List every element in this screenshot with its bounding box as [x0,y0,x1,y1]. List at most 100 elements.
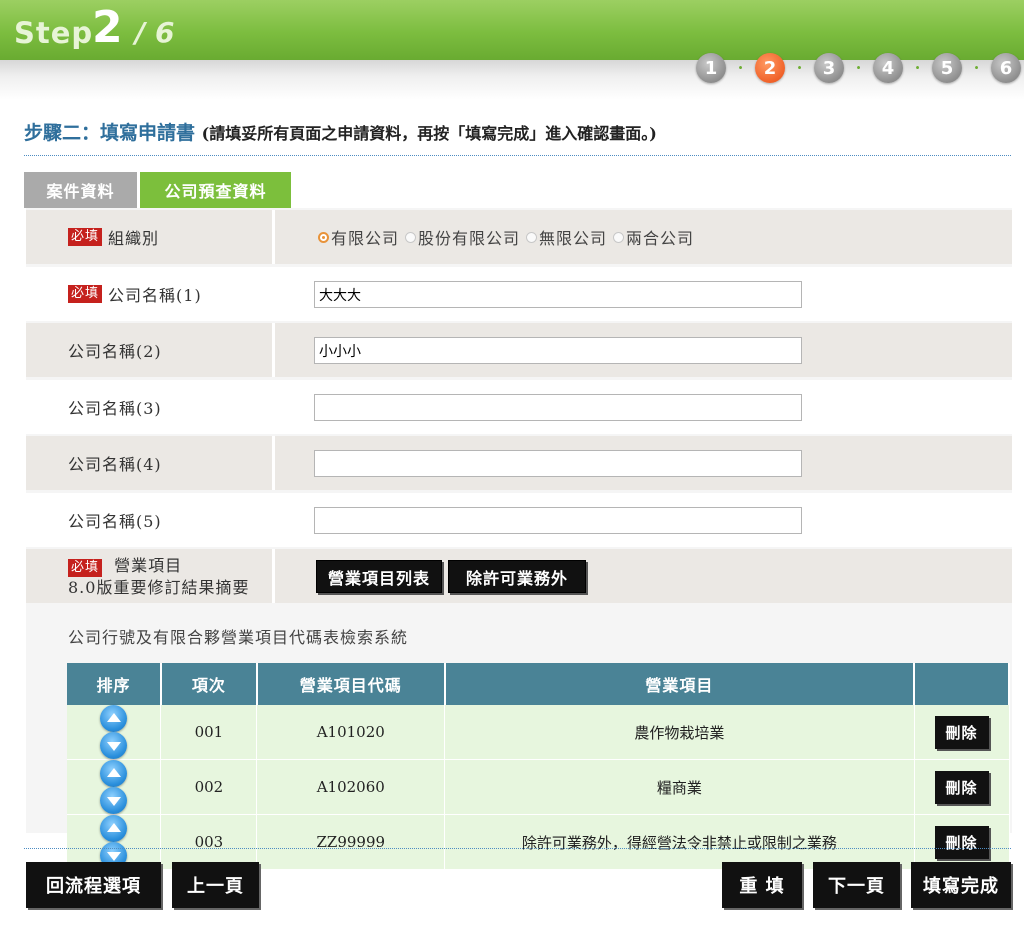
column-divider [272,549,275,603]
org-type-label-text: 組織別 [108,229,160,248]
table-row: 002 A102060 糧商業 刪除 [67,759,1010,815]
step-word: Step [14,16,94,50]
required-badge: 必填 [68,228,103,246]
col-action [914,663,1010,705]
step-1: 1 [696,53,726,83]
col-sort: 排序 [67,663,162,705]
row-business-items: 必填 營業項目 8.0版重要修訂結果摘要 營業項目列表 除許可業務外 [26,549,1012,603]
item-cell: 農作物栽培業 [444,705,915,760]
code-cell: A102060 [256,759,446,815]
move-up-icon[interactable] [100,705,128,732]
column-divider [272,436,275,490]
radio-label: 無限公司 [539,229,608,248]
move-up-icon[interactable] [100,760,128,787]
tab-case-data[interactable]: 案件資料 [24,172,137,208]
delete-button[interactable]: 刪除 [934,770,989,804]
divider [24,155,1011,156]
current-step-number: 2 [92,2,123,53]
radio-label: 股份有限公司 [418,229,521,248]
next-page-button[interactable]: 下一頁 [813,862,900,908]
delete-button[interactable]: 刪除 [934,825,989,859]
company-name-1-label: 必填 公司名稱(1) [68,267,202,321]
index-cell: 001 [160,705,258,760]
business-items-table: 排序 項次 營業項目代碼 營業項目 001 A101020 農作物栽培業 刪除 … [67,663,1010,870]
company-name-5-input[interactable] [314,507,802,534]
move-up-icon[interactable] [100,815,128,842]
col-code: 營業項目代碼 [256,663,446,705]
except-permit-button[interactable]: 除許可業務外 [448,560,586,593]
item-cell: 糧商業 [444,759,915,815]
col-item: 營業項目 [444,663,916,705]
col-index: 項次 [160,663,258,705]
row-company-name-2: 公司名稱(2) [26,323,1012,377]
radio-combined-company[interactable]: 兩合公司 [613,225,694,249]
move-down-icon[interactable] [100,787,128,814]
row-company-name-5: 公司名稱(5) [26,493,1012,547]
code-cell: ZZ99999 [256,814,446,870]
move-down-icon[interactable] [100,732,128,759]
step-separator: · [914,58,921,77]
step-2-active: 2 [755,53,785,83]
row-company-name-3: 公司名稱(3) [26,380,1012,434]
table-row: 001 A101020 農作物栽培業 刪除 [67,705,1010,760]
prev-page-button[interactable]: 上一頁 [172,862,259,908]
business-items-label-text: 營業項目 [114,556,183,575]
sort-cell [67,705,162,760]
org-type-radios: 有限公司 股份有限公司 無限公司 兩合公司 [318,210,700,264]
business-items-label-line: 必填 營業項目 [68,555,249,577]
company-name-1-input[interactable] [314,281,802,308]
radio-selected-icon[interactable] [318,231,329,243]
radio-icon[interactable] [613,231,625,243]
radio-icon[interactable] [526,231,538,243]
action-cell: 刪除 [914,705,1010,760]
business-list-button[interactable]: 營業項目列表 [316,560,442,593]
business-items-label: 必填 營業項目 8.0版重要修訂結果摘要 [68,555,249,598]
step-indicator: 1 · 2 · 3 · 4 · 5 · 6 [696,53,1021,83]
radio-label: 兩合公司 [626,229,695,248]
revision-summary-link[interactable]: 8.0版重要修訂結果摘要 [68,577,249,598]
tab-company-precheck[interactable]: 公司預查資料 [140,172,291,208]
company-name-1-label-text: 公司名稱(1) [108,286,202,305]
finish-button[interactable]: 填寫完成 [911,862,1011,908]
step-6: 6 [991,53,1021,83]
step-5: 5 [932,53,962,83]
code-search-system-link[interactable]: 公司行號及有限合夥營業項目代碼表檢索系統 [68,624,408,648]
step-3: 3 [814,53,844,83]
company-name-3-input[interactable] [314,394,802,421]
radio-share-company[interactable]: 股份有限公司 [405,225,520,249]
company-name-4-input[interactable] [314,450,802,477]
table-header-row: 排序 項次 營業項目代碼 營業項目 [67,663,1010,705]
column-divider [272,210,275,264]
reset-button[interactable]: 重 填 [722,862,802,908]
action-cell: 刪除 [914,759,1010,815]
code-cell: A101020 [256,705,446,760]
org-type-label: 必填 組織別 [68,210,159,264]
radio-limited-company[interactable]: 有限公司 [318,225,399,249]
header-banner: Step 2 / 6 [0,0,1024,60]
company-name-2-input[interactable] [314,337,802,364]
row-org-type: 必填 組織別 有限公司 股份有限公司 無限公司 兩合公司 [26,210,1012,264]
page-title: 步驟二：填寫申請書 (請填妥所有頁面之申請資料，再按「填寫完成」進入確認畫面。) [24,118,657,145]
radio-icon[interactable] [405,231,417,243]
index-cell: 002 [160,759,258,815]
required-badge: 必填 [68,285,103,303]
step-separator: · [973,58,980,77]
column-divider [272,323,275,377]
step-separator: · [796,58,803,77]
total-steps: / 6 [135,16,175,49]
radio-unlimited-company[interactable]: 無限公司 [526,225,607,249]
step-separator: · [737,58,744,77]
step-separator: · [855,58,862,77]
back-to-flow-button[interactable]: 回流程選項 [26,862,161,908]
company-name-2-label: 公司名稱(2) [68,342,162,361]
delete-button[interactable]: 刪除 [934,715,989,749]
row-company-name-4: 公司名稱(4) [26,436,1012,490]
company-name-4-label: 公司名稱(4) [68,455,162,474]
page-title-note: (請填妥所有頁面之申請資料，再按「填寫完成」進入確認畫面。) [201,124,657,143]
row-company-name-1: 必填 公司名稱(1) [26,267,1012,321]
sort-cell [67,759,162,815]
page-title-main: 步驟二：填寫申請書 [24,122,196,144]
step-4: 4 [873,53,903,83]
required-badge: 必填 [68,559,103,577]
divider [24,848,1011,849]
